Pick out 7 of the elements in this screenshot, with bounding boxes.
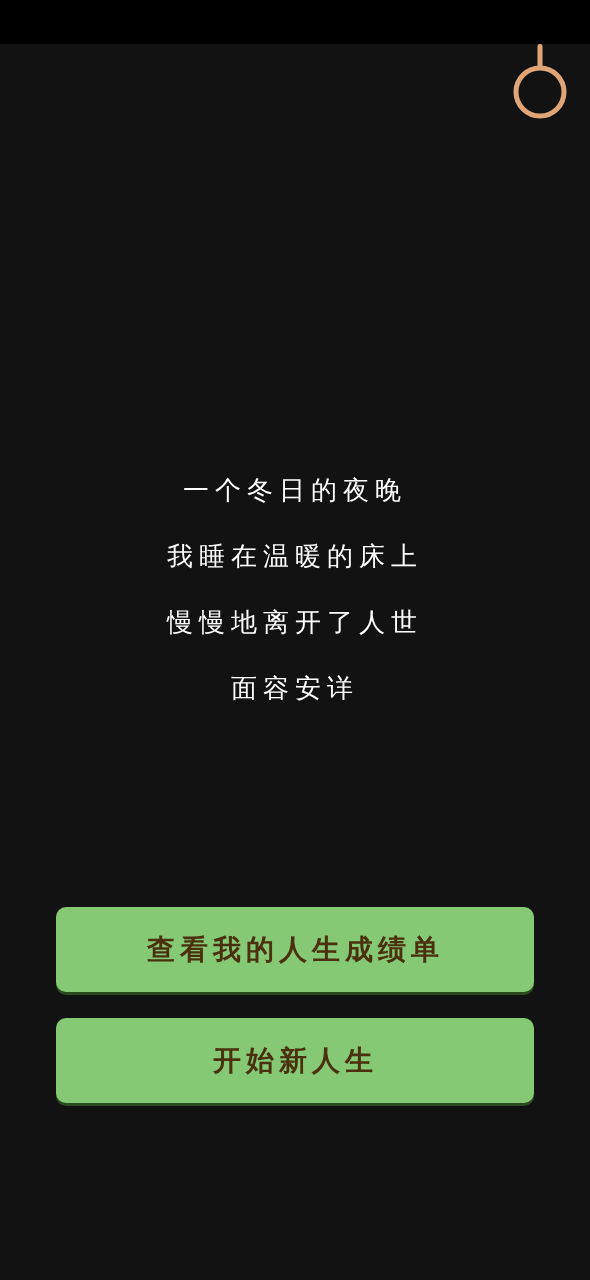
pull-ring-icon[interactable] bbox=[512, 44, 568, 120]
story-line: 慢慢地离开了人世 bbox=[167, 606, 423, 639]
action-button[interactable]: 查看我的人生成绩单 bbox=[56, 907, 534, 992]
story-line: 我睡在温暖的床上 bbox=[167, 540, 423, 573]
action-button[interactable]: 开始新人生 bbox=[56, 1018, 534, 1103]
story-line: 面容安详 bbox=[231, 672, 359, 705]
story-line: 一个冬日的夜晚 bbox=[183, 474, 407, 507]
